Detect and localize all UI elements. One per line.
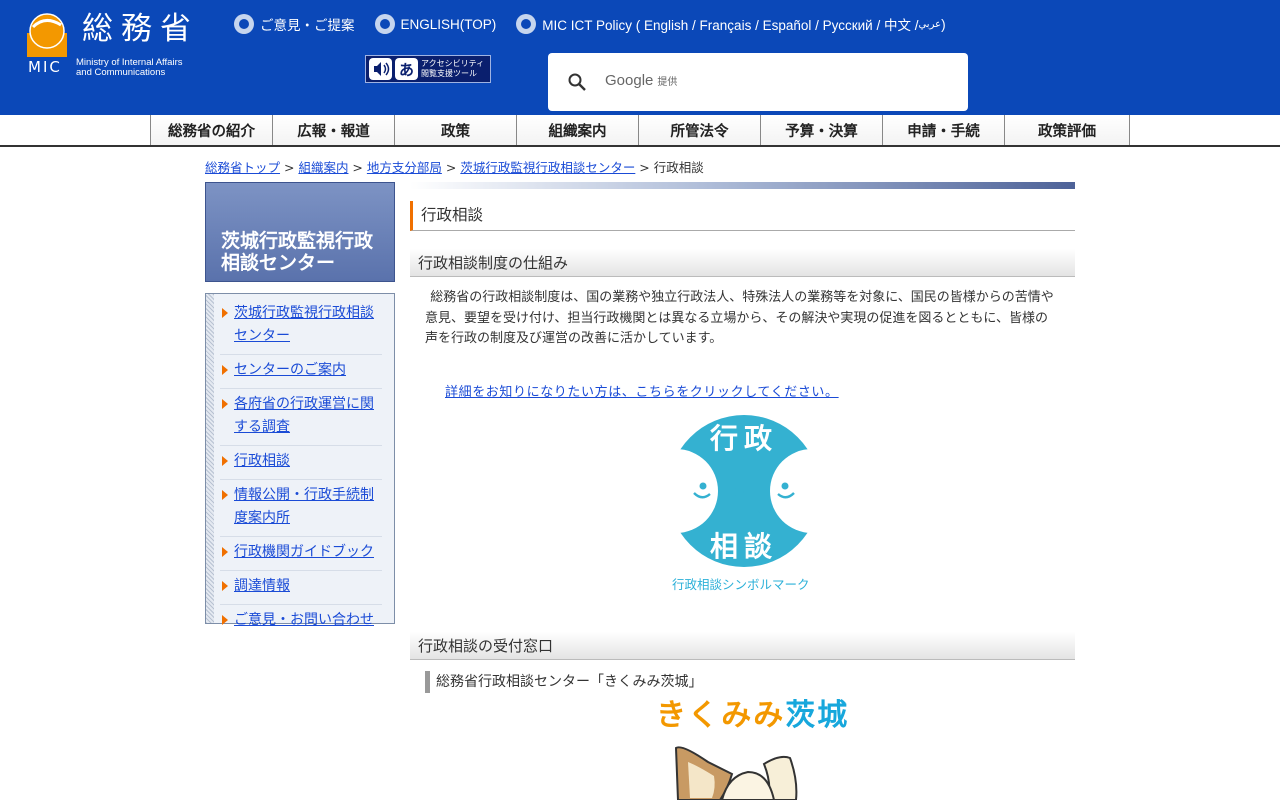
- sidebar-item-guidebook: 行政機関ガイドブック: [220, 537, 382, 571]
- accessibility-tool-button[interactable]: あ アクセシビリティ 閲覧支援ツール: [365, 55, 491, 83]
- sidebar-item-center: 茨城行政監視行政相談センター: [220, 298, 382, 355]
- logo-title-en: Ministry of Internal Affairs and Communi…: [76, 57, 183, 78]
- top-link-english[interactable]: ENGLISH(TOP): [374, 14, 496, 34]
- sidebar-item-consultation: 行政相談: [220, 446, 382, 480]
- top-link-opinion[interactable]: ご意見・ご提案: [234, 14, 355, 34]
- breadcrumb: 総務省トップ > 組織案内 > 地方支分部局 > 茨城行政監視行政相談センター …: [205, 160, 704, 175]
- consultation-symbol-mark: 行政 相談: [668, 415, 820, 567]
- nav-item-about[interactable]: 総務省の紹介: [150, 115, 272, 145]
- sidebar-item-procurement: 調達情報: [220, 571, 382, 605]
- breadcrumb-link-center[interactable]: 茨城行政監視行政相談センター: [460, 160, 635, 175]
- nav-item-press[interactable]: 広報・報道: [272, 115, 394, 145]
- radio-bullet-icon: [234, 14, 254, 34]
- detail-link[interactable]: 詳細をお知りになりたい方は、こちらをクリックしてください。: [445, 381, 839, 400]
- kikumimi-ibaraki-logo: きくみみ茨城: [656, 698, 850, 733]
- nav-item-applications[interactable]: 申請・手続: [882, 115, 1004, 145]
- top-links: ご意見・ご提案 ENGLISH(TOP) MIC ICT Policy ( En…: [234, 14, 966, 34]
- breadcrumb-current: 行政相談: [653, 160, 704, 175]
- nav-item-evaluation[interactable]: 政策評価: [1004, 115, 1130, 145]
- hiragana-a-icon: あ: [395, 58, 418, 80]
- section-body-system: 総務省の行政相談制度は、国の業務や独立行政法人、特殊法人の業務等を対象に、国民の…: [425, 290, 1054, 346]
- logo-title-jp[interactable]: 総務省: [82, 14, 199, 45]
- global-nav: 総務省の紹介 広報・報道 政策 組織案内 所管法令 予算・決算 申請・手続 政策…: [0, 115, 1280, 147]
- symbol-text-top: 行政: [709, 422, 778, 455]
- site-header: 総務省 MIC Ministry of Internal Affairs and…: [0, 0, 1280, 115]
- sidebar-title: 茨城行政監視行政相談センター: [205, 182, 395, 282]
- nav-item-budget[interactable]: 予算・決算: [760, 115, 882, 145]
- speaker-icon: [369, 58, 392, 80]
- section-title-system: 行政相談制度の仕組み: [410, 249, 1075, 277]
- sub-heading-kikumimi: 総務省行政相談センター「きくみみ茨城」: [425, 671, 703, 693]
- sidebar-item-contact: ご意見・お問い合わせ: [220, 605, 382, 638]
- accessibility-tool-label: アクセシビリティ 閲覧支援ツール: [421, 59, 485, 78]
- logo-abbr: MIC: [28, 58, 62, 76]
- breadcrumb-link-top[interactable]: 総務省トップ: [205, 160, 280, 175]
- top-link-ict-policy[interactable]: MIC ICT Policy ( English / Français / Es…: [516, 14, 946, 34]
- symbol-text-bottom: 相談: [710, 530, 778, 563]
- breadcrumb-link-organization[interactable]: 組織案内: [298, 160, 348, 175]
- search-icon[interactable]: [568, 73, 586, 91]
- nav-item-policy[interactable]: 政策: [394, 115, 516, 145]
- sidebar-menu: 茨城行政監視行政相談センター センターのご案内 各府省の行政運営に関する調査 行…: [205, 293, 395, 628]
- radio-bullet-icon: [516, 14, 537, 34]
- radio-bullet-icon: [374, 14, 395, 34]
- nav-item-laws[interactable]: 所管法令: [638, 115, 760, 145]
- sidebar-item-disclosure: 情報公開・行政手続制度案内所: [220, 480, 382, 537]
- sidebar-item-survey: 各府省の行政運営に関する調査: [220, 389, 382, 446]
- mic-logo-icon[interactable]: [27, 13, 67, 57]
- nav-item-organization[interactable]: 組織案内: [516, 115, 638, 145]
- page-title: 行政相談: [410, 201, 1075, 231]
- search-input[interactable]: Google 提供: [605, 72, 677, 89]
- site-search[interactable]: Google 提供: [548, 53, 968, 111]
- breadcrumb-link-regional[interactable]: 地方支分部局: [367, 160, 442, 175]
- decorative-gradient-bar: [410, 182, 1075, 189]
- symbol-caption: 行政相談シンボルマーク: [672, 577, 810, 592]
- sidebar-item-guide: センターのご案内: [220, 355, 382, 389]
- section-title-window: 行政相談の受付窓口: [410, 632, 1075, 660]
- mascot-illustration: [674, 746, 798, 800]
